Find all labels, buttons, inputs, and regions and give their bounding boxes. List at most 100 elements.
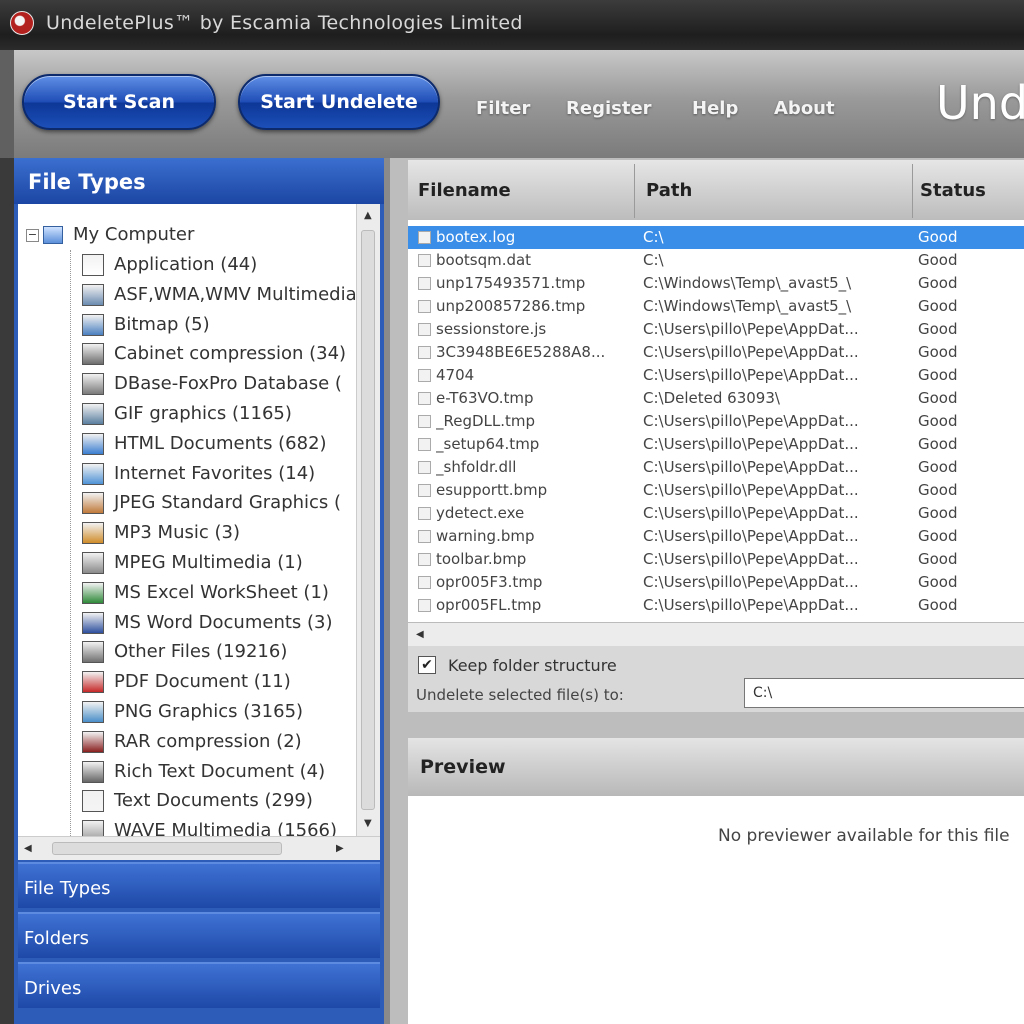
row-checkbox[interactable] — [418, 277, 431, 290]
row-checkbox[interactable] — [418, 300, 431, 313]
scroll-down-icon[interactable]: ▼ — [364, 818, 372, 829]
table-row[interactable]: opr005FL.tmp C:\Users\pillo\Pepe\AppDat..… — [408, 594, 1024, 617]
table-row[interactable]: sessionstore.js C:\Users\pillo\Pepe\AppDa… — [408, 318, 1024, 341]
tree-horizontal-scrollbar[interactable]: ◀ ▶ — [18, 836, 380, 860]
toolbar: Start Scan Start Undelete Filter Registe… — [0, 50, 1024, 158]
start-scan-button[interactable]: Start Scan — [22, 74, 216, 130]
register-link[interactable]: Register — [566, 98, 652, 119]
tree-item[interactable]: MS Excel WorkSheet (1) — [82, 581, 329, 610]
table-row[interactable]: opr005F3.tmp C:\Users\pillo\Pepe\AppDat..… — [408, 571, 1024, 594]
scroll-left-icon[interactable]: ◀ — [24, 843, 32, 854]
table-row[interactable]: _setup64.tmp C:\Users\pillo\Pepe\AppDat..… — [408, 433, 1024, 456]
table-row[interactable]: 4704 C:\Users\pillo\Pepe\AppDat... Good — [408, 364, 1024, 387]
about-link[interactable]: About — [774, 98, 835, 119]
pdf-icon — [82, 671, 104, 694]
path-cell: C:\Windows\Temp\_avast5_\ — [643, 274, 852, 292]
table-row[interactable]: e-T63VO.tmp C:\Deleted 63093\ Good — [408, 387, 1024, 410]
tree-item[interactable]: HTML Documents (682) — [82, 432, 327, 461]
tree-item[interactable]: PDF Document (11) — [82, 671, 291, 699]
row-checkbox[interactable] — [418, 323, 431, 336]
tree-hscroll-thumb[interactable] — [52, 842, 282, 855]
tree-item[interactable]: Application (44) — [82, 254, 257, 282]
tree-item[interactable]: PNG Graphics (3165) — [82, 701, 303, 729]
table-row[interactable]: bootex.log C:\ Good — [408, 226, 1024, 249]
accordion-file-types[interactable]: File Types — [18, 862, 380, 908]
row-checkbox[interactable] — [418, 415, 431, 428]
grid-header: Filename Path Status — [408, 160, 1024, 220]
tree-item[interactable]: MP3 Music (3) — [82, 522, 240, 550]
filename-cell: _shfoldr.dll — [436, 458, 517, 476]
row-checkbox[interactable] — [418, 576, 431, 589]
help-link[interactable]: Help — [692, 98, 738, 119]
column-separator[interactable] — [634, 164, 635, 218]
row-checkbox[interactable] — [418, 484, 431, 497]
table-row[interactable]: 3C3948BE6E5288A8... C:\Users\pillo\Pepe\A… — [408, 341, 1024, 364]
tree-root-my-computer[interactable]: − My Computer — [26, 224, 194, 248]
scroll-up-icon[interactable]: ▲ — [364, 210, 372, 221]
status-cell: Good — [918, 435, 958, 453]
other-files-icon — [82, 641, 104, 664]
tree-item[interactable]: Rich Text Document (4) — [82, 760, 325, 789]
table-row[interactable]: toolbar.bmp C:\Users\pillo\Pepe\AppDat...… — [408, 548, 1024, 571]
tree-item-label: GIF graphics (1165) — [114, 403, 292, 424]
row-checkbox[interactable] — [418, 231, 431, 244]
collapse-icon[interactable]: − — [26, 228, 39, 242]
tree-item[interactable]: Bitmap (5) — [82, 313, 210, 342]
tree-item[interactable]: MS Word Documents (3) — [82, 611, 333, 640]
row-checkbox[interactable] — [418, 346, 431, 359]
column-separator[interactable] — [912, 164, 913, 218]
table-row[interactable]: unp200857286.tmp C:\Windows\Temp\_avast5_… — [408, 295, 1024, 318]
file-type-tree: − My Computer Application (44) ASF,WMA,WMV… — [18, 204, 380, 860]
column-filename[interactable]: Filename — [418, 180, 511, 201]
start-undelete-button[interactable]: Start Undelete — [238, 74, 440, 130]
tree-vscroll-thumb[interactable] — [361, 230, 375, 810]
tree-item[interactable]: Other Files (19216) — [82, 641, 287, 669]
table-row[interactable]: unp175493571.tmp C:\Windows\Temp\_avast5_… — [408, 272, 1024, 295]
row-checkbox[interactable] — [418, 530, 431, 543]
row-checkbox[interactable] — [418, 254, 431, 267]
row-checkbox[interactable] — [418, 392, 431, 405]
filter-link[interactable]: Filter — [476, 98, 530, 119]
tree-vertical-scrollbar[interactable]: ▲ ▼ — [356, 204, 380, 836]
accordion-folders[interactable]: Folders — [18, 912, 380, 958]
file-list-horizontal-scrollbar[interactable]: ◀ — [408, 622, 1024, 646]
keep-folder-checkbox[interactable]: ✔ — [418, 656, 436, 674]
destination-input[interactable]: C:\ — [744, 678, 1024, 708]
table-row[interactable]: _RegDLL.tmp C:\Users\pillo\Pepe\AppDat...… — [408, 410, 1024, 433]
tree-item[interactable]: ASF,WMA,WMV Multimedia — [82, 283, 357, 312]
table-row[interactable]: warning.bmp C:\Users\pillo\Pepe\AppDat...… — [408, 525, 1024, 548]
status-cell: Good — [918, 320, 958, 338]
row-checkbox[interactable] — [418, 438, 431, 451]
column-status[interactable]: Status — [920, 180, 986, 201]
filename-cell: 3C3948BE6E5288A8... — [436, 343, 606, 361]
tree-item[interactable]: Cabinet compression (34) — [82, 343, 346, 371]
tree-item[interactable]: Internet Favorites (14) — [82, 462, 315, 491]
tree-item-label: MS Word Documents (3) — [114, 611, 333, 633]
scroll-right-icon[interactable]: ▶ — [336, 843, 344, 854]
application-icon — [82, 254, 104, 276]
tree-item[interactable]: JPEG Standard Graphics ( — [82, 492, 341, 520]
table-row[interactable]: ydetect.exe C:\Users\pillo\Pepe\AppDat...… — [408, 502, 1024, 525]
tree-item-label: MP3 Music (3) — [114, 522, 240, 544]
tree-item[interactable]: DBase-FoxPro Database ( — [82, 373, 342, 401]
tree-item[interactable]: Text Documents (299) — [82, 790, 313, 818]
column-path[interactable]: Path — [646, 180, 692, 201]
row-checkbox[interactable] — [418, 599, 431, 612]
row-checkbox[interactable] — [418, 461, 431, 474]
path-cell: C:\Users\pillo\Pepe\AppDat... — [643, 435, 859, 453]
row-checkbox[interactable] — [418, 369, 431, 382]
tree-item-label: Text Documents (299) — [114, 790, 313, 812]
rtf-icon — [82, 760, 104, 783]
tree-item[interactable]: RAR compression (2) — [82, 730, 302, 759]
table-row[interactable]: bootsqm.dat C:\ Good — [408, 249, 1024, 272]
file-types-header: File Types — [14, 158, 384, 204]
table-row[interactable]: esupportt.bmp C:\Users\pillo\Pepe\AppDat.… — [408, 479, 1024, 502]
row-checkbox[interactable] — [418, 553, 431, 566]
tree-item[interactable]: GIF graphics (1165) — [82, 403, 292, 431]
table-row[interactable]: _shfoldr.dll C:\Users\pillo\Pepe\AppDat..… — [408, 456, 1024, 479]
filename-cell: warning.bmp — [436, 527, 535, 545]
row-checkbox[interactable] — [418, 507, 431, 520]
accordion-drives[interactable]: Drives — [18, 962, 380, 1008]
scroll-left-icon[interactable]: ◀ — [416, 629, 424, 640]
tree-item[interactable]: MPEG Multimedia (1) — [82, 552, 303, 580]
